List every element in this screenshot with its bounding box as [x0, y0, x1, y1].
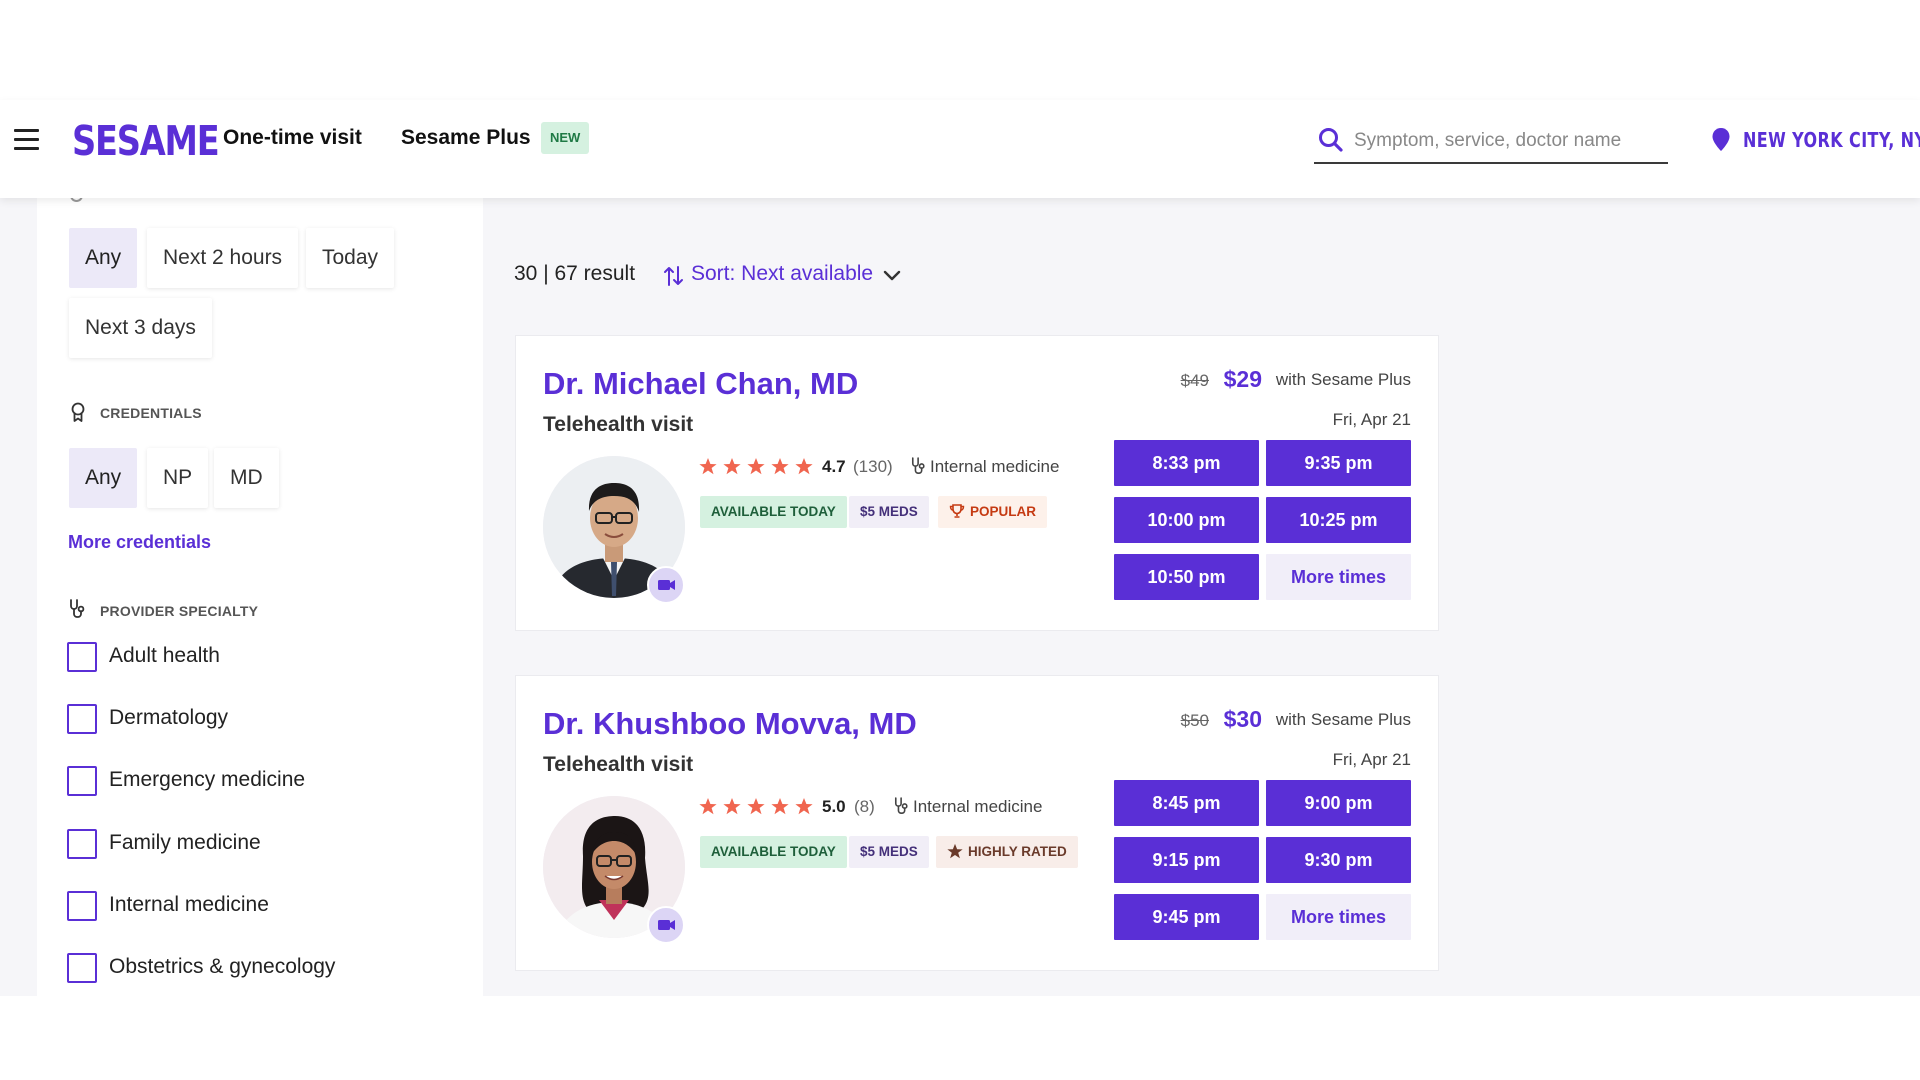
time-slot-button[interactable]: 9:30 pm: [1266, 837, 1411, 883]
availability-chip-next-3-days[interactable]: Next 3 days: [69, 298, 212, 358]
trophy-icon: [949, 504, 965, 518]
chevron-down-icon: [883, 270, 901, 281]
video-visit-icon: [647, 566, 685, 604]
badge-popular-label: POPULAR: [970, 504, 1037, 519]
time-slot-button[interactable]: 9:15 pm: [1114, 837, 1259, 883]
more-times-button[interactable]: More times: [1266, 894, 1411, 940]
badge-highly-rated-label: HIGHLY RATED: [968, 844, 1067, 859]
badge-available-today: AVAILABLE TODAY: [700, 496, 847, 528]
results-count: 30 | 67 result: [514, 262, 636, 285]
provider-card: Dr. Michael Chan, MD Telehealth visit 4.…: [515, 335, 1439, 631]
slot-date: Fri, Apr 21: [1332, 750, 1411, 769]
visit-type: Telehealth visit: [543, 413, 694, 436]
review-count[interactable]: (8): [854, 797, 875, 817]
credentials-heading: CREDENTIALS: [100, 405, 202, 421]
credential-chip-any[interactable]: Any: [69, 448, 138, 508]
sort-arrows-icon: [664, 266, 683, 286]
location-label: NEW YORK CITY, NY: [1743, 128, 1920, 152]
specialty-option-label: Obstetrics & gynecology: [109, 955, 336, 978]
nav-sesame-plus[interactable]: Sesame Plus: [401, 126, 531, 150]
time-slot-button[interactable]: 9:45 pm: [1114, 894, 1259, 940]
badge-5-dollar-meds: $5 MEDS: [849, 496, 929, 528]
availability-chip-any[interactable]: Any: [69, 228, 138, 288]
specialty-label: Internal medicine: [930, 457, 1060, 476]
availability-chip-today[interactable]: Today: [306, 228, 395, 288]
stethoscope-icon: [70, 599, 85, 618]
star-icon: [947, 843, 963, 859]
checkbox[interactable]: [67, 829, 97, 859]
specialty-option-label: Internal medicine: [109, 893, 269, 916]
video-visit-icon: [647, 906, 685, 944]
search-input[interactable]: [1354, 126, 1659, 156]
specialty-option-label: Dermatology: [109, 706, 229, 729]
original-price: $49: [1180, 371, 1209, 390]
slot-date: Fri, Apr 21: [1332, 410, 1411, 429]
sort-label: Sort: Next available: [691, 262, 874, 285]
more-times-button[interactable]: More times: [1266, 554, 1411, 600]
search-icon: [1319, 128, 1343, 152]
time-slot-button[interactable]: 10:50 pm: [1114, 554, 1259, 600]
specialty-option-label: Emergency medicine: [109, 768, 306, 791]
stethoscope-icon: [911, 457, 925, 475]
menu-icon[interactable]: [14, 129, 39, 151]
badge-highly-rated: HIGHLY RATED: [936, 836, 1078, 868]
review-count[interactable]: (130): [853, 457, 893, 477]
nav-one-time-visit[interactable]: One-time visit: [223, 126, 362, 150]
provider-name[interactable]: Dr. Khushboo Movva, MD: [543, 706, 917, 742]
star-rating-icons: [699, 458, 813, 475]
provider-card: Dr. Khushboo Movva, MD Telehealth visit: [515, 675, 1439, 971]
rating-value: 4.7: [822, 457, 846, 476]
time-slot-button[interactable]: 8:45 pm: [1114, 780, 1259, 826]
rating-value: 5.0: [822, 797, 846, 816]
stethoscope-icon: [894, 797, 908, 815]
credential-chip-md[interactable]: MD: [214, 448, 279, 508]
provider-name[interactable]: Dr. Michael Chan, MD: [543, 366, 858, 402]
sesame-logo[interactable]: SESAME: [72, 117, 220, 165]
provider-specialty-heading: PROVIDER SPECIALTY: [100, 603, 259, 619]
specialty-option-label: Family medicine: [109, 831, 261, 854]
time-slot-button[interactable]: 8:33 pm: [1114, 440, 1259, 486]
location-pin-icon: [1712, 128, 1730, 151]
time-slot-button[interactable]: 10:00 pm: [1114, 497, 1259, 543]
new-badge: NEW: [541, 122, 590, 154]
time-slot-button[interactable]: 9:00 pm: [1266, 780, 1411, 826]
plus-price: $29: [1223, 366, 1262, 392]
time-slot-button[interactable]: 9:35 pm: [1266, 440, 1411, 486]
availability-chip-next-2-hours[interactable]: Next 2 hours: [147, 228, 299, 288]
checkbox[interactable]: [67, 891, 97, 921]
specialty-label: Internal medicine: [913, 797, 1043, 816]
badge-available-today: AVAILABLE TODAY: [700, 836, 847, 868]
original-price: $50: [1180, 711, 1209, 730]
badge-popular: POPULAR: [938, 496, 1048, 528]
page: SESAME One-time visit Sesame Plus NEW NE…: [0, 0, 1920, 1080]
checkbox[interactable]: [67, 704, 97, 734]
time-slot-button[interactable]: 10:25 pm: [1266, 497, 1411, 543]
specialty-option-label: Adult health: [109, 644, 220, 667]
checkbox[interactable]: [67, 642, 97, 672]
more-credentials-link[interactable]: More credentials: [68, 532, 211, 553]
search-bar: [1314, 118, 1668, 164]
price-note: with Sesame Plus: [1275, 710, 1411, 729]
top-navigation-bar: SESAME One-time visit Sesame Plus NEW NE…: [0, 100, 1920, 198]
checkbox[interactable]: [67, 766, 97, 796]
plus-price: $30: [1223, 706, 1262, 732]
checkbox[interactable]: [67, 953, 97, 983]
ribbon-icon: [71, 402, 85, 422]
badge-5-dollar-meds: $5 MEDS: [849, 836, 929, 868]
credential-chip-np[interactable]: NP: [147, 448, 209, 508]
visit-type: Telehealth visit: [543, 753, 694, 776]
star-rating-icons: [699, 798, 813, 815]
price-note: with Sesame Plus: [1275, 370, 1411, 389]
